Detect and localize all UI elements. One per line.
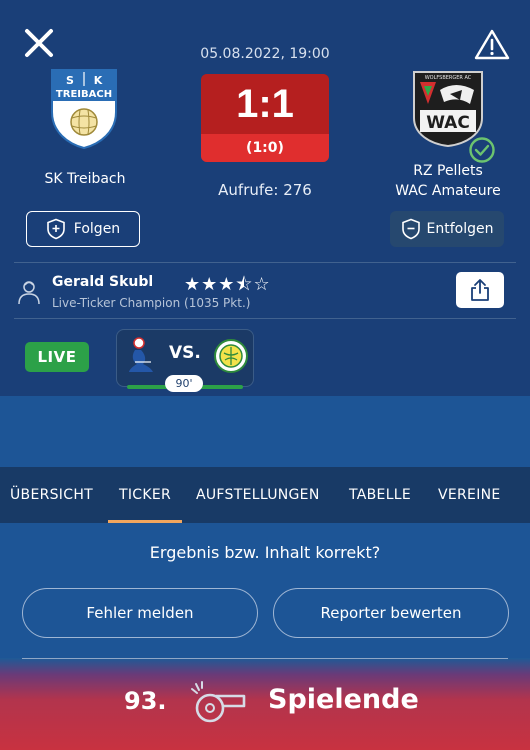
- followed-check-icon: [469, 137, 495, 163]
- tab-aufstellungen[interactable]: AUFSTELLUNGEN: [196, 467, 320, 523]
- away-team-name-line1: RZ Pellets: [413, 163, 483, 179]
- unfollow-label: Entfolgen: [426, 221, 494, 237]
- tab-vereine[interactable]: VEREINE: [438, 467, 501, 523]
- unfollow-shield-icon: [401, 218, 420, 240]
- away-team-name-line2: WAC Amateure: [395, 183, 501, 199]
- follow-label: Folgen: [73, 221, 121, 237]
- active-tab-indicator: [108, 520, 182, 523]
- home-team-name[interactable]: SK Treibach: [20, 171, 150, 187]
- match-datetime: 05.08.2022, 19:00: [200, 46, 330, 62]
- rate-reporter-button[interactable]: Reporter bewerten: [273, 588, 509, 638]
- feedback-question: Ergebnis bzw. Inhalt korrekt?: [149, 543, 381, 562]
- match-minute: 90': [165, 375, 203, 392]
- reporter-subtitle: Live-Ticker Champion (1035 Pkt.): [52, 296, 251, 310]
- event-minute: 93.: [124, 687, 167, 715]
- divider: [14, 262, 516, 263]
- away-crest-arc: WOLFSBERGER AC: [425, 75, 472, 81]
- tab-uebersicht[interactable]: ÜBERSICHT: [10, 467, 93, 523]
- view-count: Aufrufe: 276: [218, 181, 312, 199]
- follow-button[interactable]: Folgen: [26, 211, 140, 247]
- share-icon: [471, 279, 489, 301]
- away-crest-name: WAC: [426, 113, 470, 133]
- unfollow-button[interactable]: Entfolgen: [390, 211, 504, 247]
- mini-vs-label: VS.: [169, 343, 201, 363]
- away-mini-logo-icon: [214, 339, 248, 373]
- home-crest-text-k: K: [94, 74, 103, 87]
- away-team-name[interactable]: RZ Pellets WAC Amateure: [378, 161, 518, 201]
- home-team-crest[interactable]: S K TREIBACH: [50, 68, 118, 150]
- event-label: Spielende: [268, 684, 419, 715]
- follow-shield-icon: [46, 218, 65, 240]
- ticker-event: [0, 658, 530, 750]
- home-mini-logo-icon: [129, 337, 153, 372]
- report-error-button[interactable]: Fehler melden: [22, 588, 258, 638]
- tab-tabelle[interactable]: TABELLE: [349, 467, 411, 523]
- score-box: 1:1 (1:0): [201, 74, 329, 162]
- live-match-card[interactable]: VS. 90': [116, 329, 254, 392]
- divider: [22, 658, 508, 659]
- share-button[interactable]: [456, 272, 504, 308]
- reporter-name[interactable]: Gerald Skubl: [52, 274, 153, 290]
- halftime-score: (1:0): [201, 134, 329, 162]
- reporter-avatar-icon: [18, 281, 40, 305]
- home-crest-text-s: S: [66, 74, 74, 87]
- tab-ticker[interactable]: TICKER: [119, 467, 171, 523]
- whistle-icon: [191, 681, 246, 723]
- divider: [14, 318, 516, 319]
- score: 1:1: [201, 74, 329, 134]
- home-crest-text-name: TREIBACH: [56, 89, 112, 100]
- live-badge: LIVE: [25, 342, 89, 372]
- tab-bar: ÜBERSICHT TICKER AUFSTELLUNGEN TABELLE V…: [0, 467, 530, 523]
